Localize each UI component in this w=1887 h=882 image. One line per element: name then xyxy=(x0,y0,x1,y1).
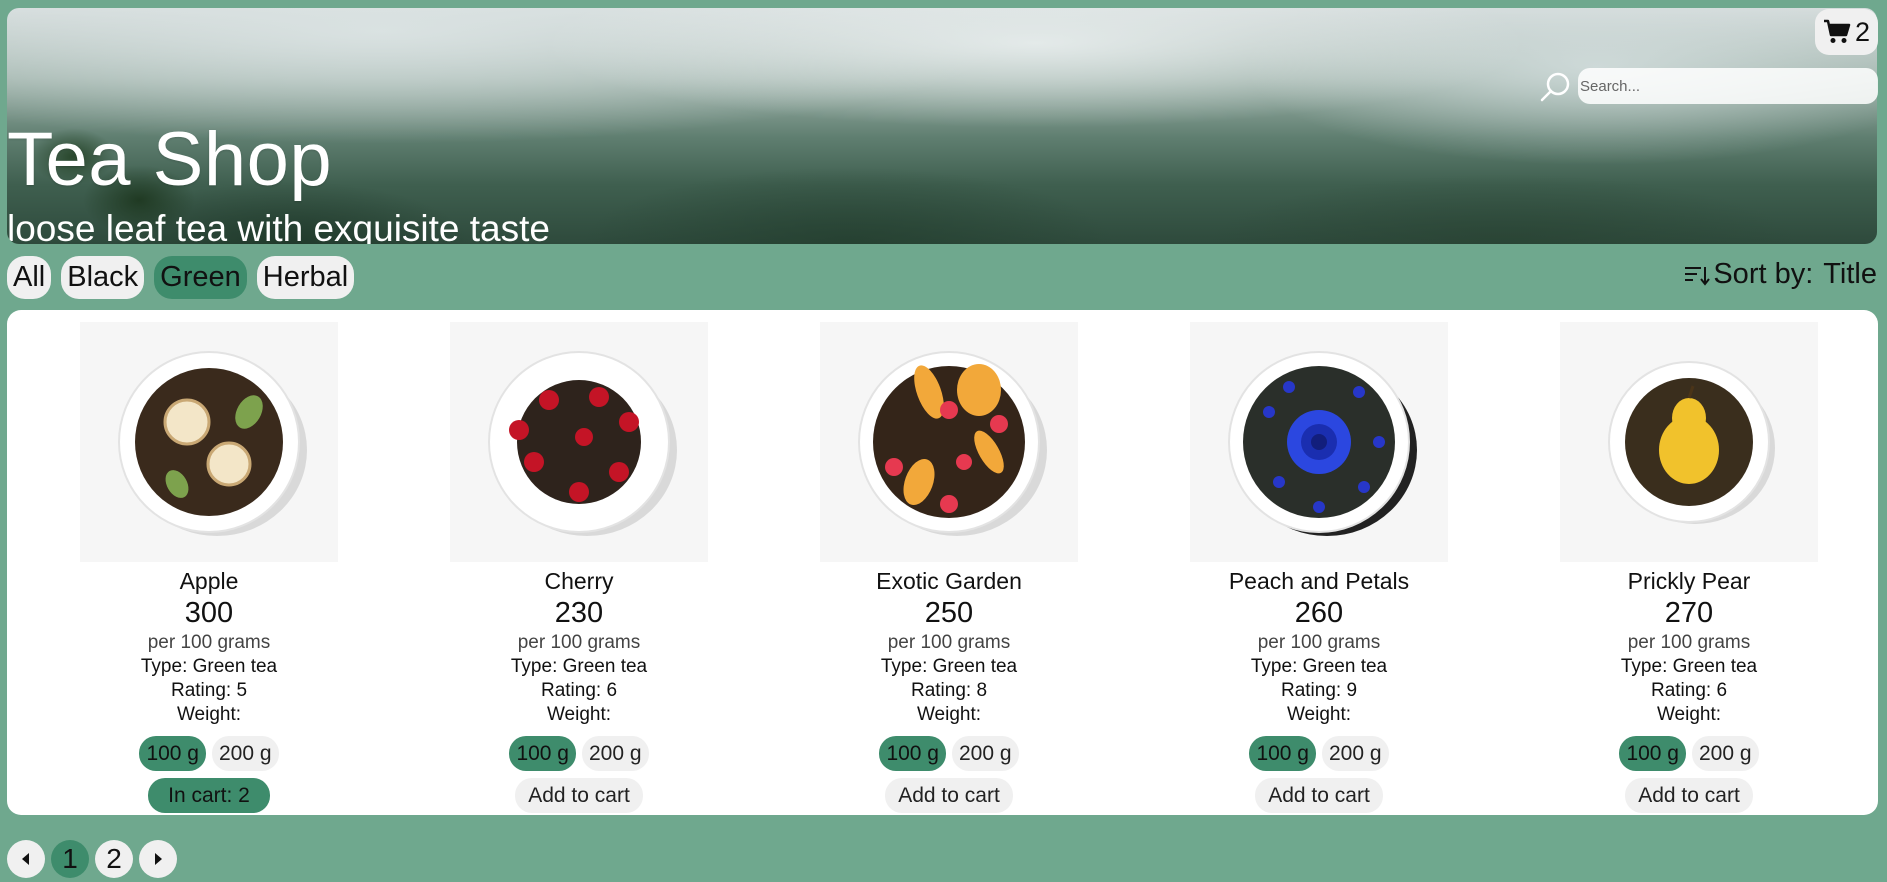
sort-control[interactable]: Sort by: Title xyxy=(1683,258,1877,291)
product-rating: Rating: 6 xyxy=(540,680,618,701)
weight-options: 100 g 200 g xyxy=(1529,736,1849,771)
sort-label: Sort by: xyxy=(1713,258,1814,290)
product-price-unit: per 100 grams xyxy=(147,632,271,653)
weight-option-100g[interactable]: 100 g xyxy=(1619,736,1686,771)
product-card-exotic-garden: Exotic Garden 250 per 100 grams Type: Gr… xyxy=(789,310,1109,813)
product-weight-label: Weight: xyxy=(1656,704,1722,725)
product-weight-label: Weight: xyxy=(916,704,982,725)
product-image-apple[interactable] xyxy=(80,322,338,562)
product-rating: Rating: 8 xyxy=(910,680,988,701)
search-icon[interactable] xyxy=(1538,70,1572,104)
category-filters: All Black Green Herbal xyxy=(7,256,355,299)
add-to-cart-button[interactable]: Add to cart xyxy=(1625,778,1753,813)
product-image-prickly-pear[interactable] xyxy=(1560,322,1818,562)
weight-option-200g[interactable]: 200 g xyxy=(582,736,649,771)
product-image-exotic-garden[interactable] xyxy=(820,322,1078,562)
pagination: 1 2 xyxy=(7,840,177,878)
product-card-prickly-pear: Prickly Pear 270 per 100 grams Type: Gre… xyxy=(1529,310,1849,813)
weight-option-100g[interactable]: 100 g xyxy=(509,736,576,771)
search-input[interactable] xyxy=(1578,68,1878,104)
product-price: 260 xyxy=(1294,597,1344,629)
add-to-cart-button[interactable]: Add to cart xyxy=(885,778,1013,813)
weight-option-100g[interactable]: 100 g xyxy=(139,736,206,771)
product-name: Peach and Petals xyxy=(1228,568,1410,594)
weight-options: 100 g 200 g xyxy=(1159,736,1479,771)
weight-option-100g[interactable]: 100 g xyxy=(1249,736,1316,771)
site-subtitle: loose leaf tea with exquisite taste xyxy=(7,208,550,244)
product-name: Exotic Garden xyxy=(876,568,1022,594)
product-grid: Apple 300 per 100 grams Type: Green tea … xyxy=(7,310,1878,815)
product-name: Prickly Pear xyxy=(1627,568,1751,594)
product-price-unit: per 100 grams xyxy=(1257,632,1381,653)
arrow-right-icon xyxy=(155,853,162,865)
prev-page-button[interactable] xyxy=(7,840,45,878)
next-page-button[interactable] xyxy=(139,840,177,878)
product-rating: Rating: 5 xyxy=(170,680,248,701)
product-price: 270 xyxy=(1664,597,1714,629)
weight-option-100g[interactable]: 100 g xyxy=(879,736,946,771)
arrow-left-icon xyxy=(22,853,29,865)
tea-bowl-image xyxy=(488,351,677,536)
product-image-cherry[interactable] xyxy=(450,322,708,562)
product-rating: Rating: 9 xyxy=(1280,680,1358,701)
product-name: Cherry xyxy=(544,568,614,594)
product-type: Type: Green tea xyxy=(1250,656,1388,677)
hero-banner: Tea Shop loose leaf tea with exquisite t… xyxy=(7,8,1877,244)
weight-option-200g[interactable]: 200 g xyxy=(212,736,279,771)
product-price: 300 xyxy=(184,597,234,629)
product-price-unit: per 100 grams xyxy=(517,632,641,653)
cart-icon xyxy=(1823,19,1851,43)
sort-icon xyxy=(1685,266,1711,286)
product-name: Apple xyxy=(179,568,239,594)
product-type: Type: Green tea xyxy=(880,656,1018,677)
weight-option-200g[interactable]: 200 g xyxy=(952,736,1019,771)
filter-herbal[interactable]: Herbal xyxy=(256,256,355,299)
product-type: Type: Green tea xyxy=(1620,656,1758,677)
product-weight-label: Weight: xyxy=(176,704,242,725)
weight-options: 100 g 200 g xyxy=(789,736,1109,771)
product-card-cherry: Cherry 230 per 100 grams Type: Green tea… xyxy=(419,310,739,813)
product-price-unit: per 100 grams xyxy=(887,632,1011,653)
product-type: Type: Green tea xyxy=(510,656,648,677)
product-card-apple: Apple 300 per 100 grams Type: Green tea … xyxy=(49,310,369,813)
page-button-1[interactable]: 1 xyxy=(51,840,89,878)
filter-all[interactable]: All xyxy=(7,256,52,299)
weight-options: 100 g 200 g xyxy=(49,736,369,771)
weight-option-200g[interactable]: 200 g xyxy=(1322,736,1389,771)
product-price: 250 xyxy=(924,597,974,629)
filter-black[interactable]: Black xyxy=(61,256,145,299)
product-weight-label: Weight: xyxy=(546,704,612,725)
page-button-2[interactable]: 2 xyxy=(95,840,133,878)
product-weight-label: Weight: xyxy=(1286,704,1352,725)
weight-option-200g[interactable]: 200 g xyxy=(1692,736,1759,771)
site-title: Tea Shop xyxy=(7,117,333,202)
tea-bowl-image xyxy=(118,351,307,536)
product-price-unit: per 100 grams xyxy=(1627,632,1751,653)
tea-bowl-image xyxy=(1228,351,1417,536)
in-cart-button[interactable]: In cart: 2 xyxy=(148,778,270,813)
product-type: Type: Green tea xyxy=(140,656,278,677)
cart-button[interactable]: 2 xyxy=(1815,9,1878,55)
tea-bowl-image xyxy=(858,351,1047,536)
sort-value: Title xyxy=(1823,258,1877,290)
filter-green[interactable]: Green xyxy=(154,256,247,299)
add-to-cart-button[interactable]: Add to cart xyxy=(1255,778,1383,813)
product-card-peach-and-petals: Peach and Petals 260 per 100 grams Type:… xyxy=(1159,310,1479,813)
weight-options: 100 g 200 g xyxy=(419,736,739,771)
product-price: 230 xyxy=(554,597,604,629)
cart-count: 2 xyxy=(1854,16,1871,47)
product-image-peach-and-petals[interactable] xyxy=(1190,322,1448,562)
product-rating: Rating: 6 xyxy=(1650,680,1728,701)
add-to-cart-button[interactable]: Add to cart xyxy=(515,778,643,813)
tea-bowl-image xyxy=(1608,361,1775,524)
